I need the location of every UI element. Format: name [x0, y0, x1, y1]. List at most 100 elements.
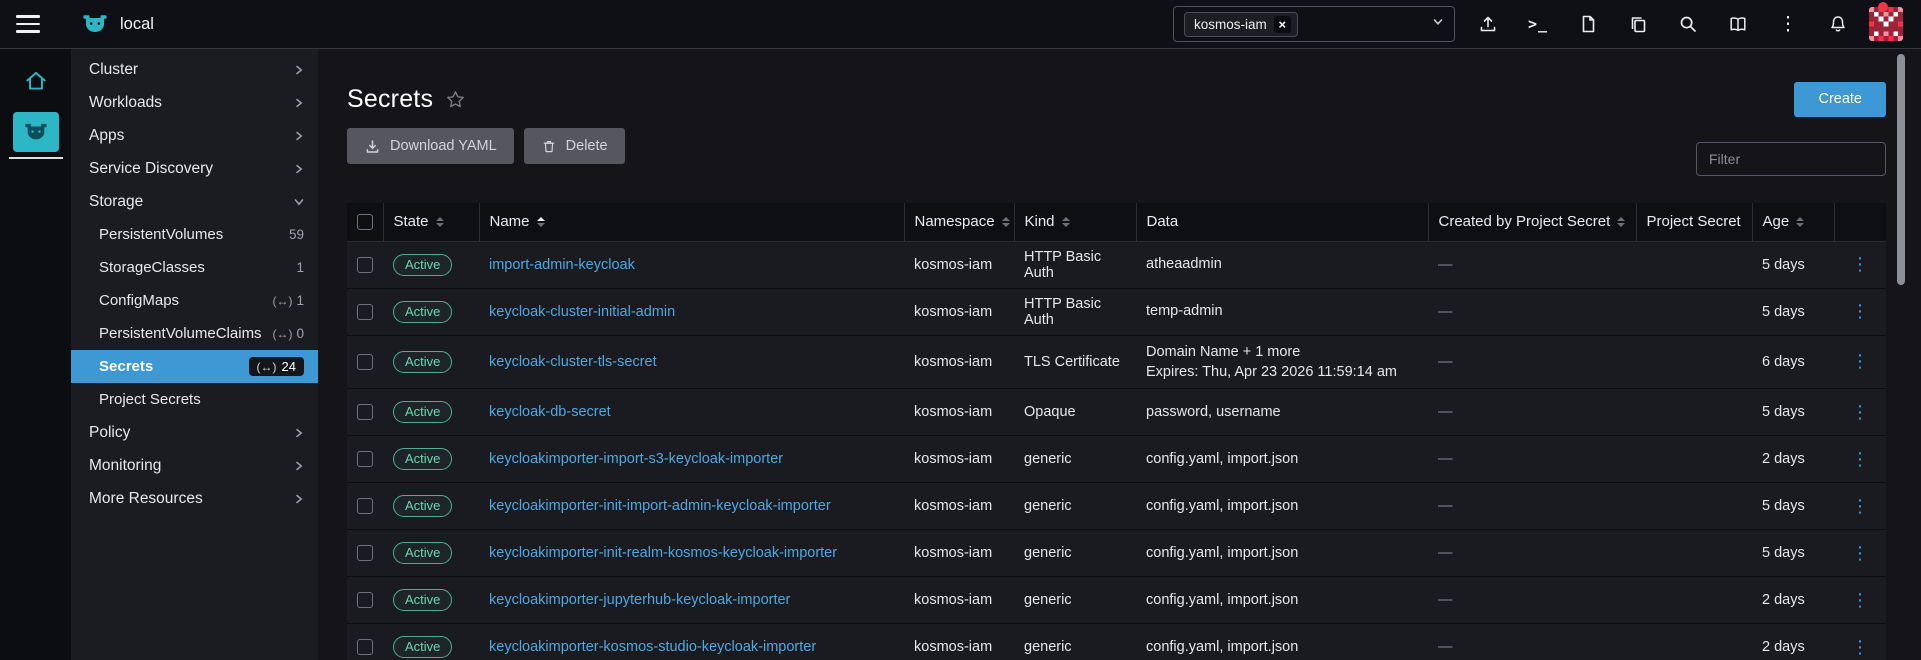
project-secret-cell [1636, 483, 1752, 530]
search-icon[interactable] [1673, 9, 1703, 39]
secret-name-link[interactable]: keycloakimporter-jupyterhub-keycloak-imp… [489, 592, 790, 608]
row-checkbox[interactable] [357, 498, 373, 514]
kind-cell: HTTP Basic Auth [1014, 288, 1136, 335]
nav-storageclasses[interactable]: StorageClasses 1 [71, 251, 318, 284]
col-name[interactable]: Name [479, 203, 904, 241]
row-actions-kebab[interactable]: ⋮ [1851, 450, 1869, 468]
row-checkbox[interactable] [357, 545, 373, 561]
remove-namespace-icon[interactable]: × [1274, 16, 1291, 33]
namespace-chip: kosmos-iam × [1184, 12, 1298, 37]
table-row: Active keycloak-cluster-initial-admin ko… [347, 288, 1886, 335]
row-actions-kebab[interactable]: ⋮ [1851, 352, 1869, 370]
docs-book-icon[interactable] [1723, 9, 1753, 39]
nav-cluster[interactable]: Cluster [71, 53, 318, 86]
row-checkbox[interactable] [357, 404, 373, 420]
row-actions-kebab[interactable]: ⋮ [1851, 591, 1869, 609]
select-all-checkbox[interactable] [357, 214, 373, 230]
row-checkbox[interactable] [357, 304, 373, 320]
row-checkbox[interactable] [357, 639, 373, 655]
age-cell: 5 days [1752, 288, 1834, 335]
nav-project-secrets[interactable]: Project Secrets [71, 383, 318, 416]
nav-more-resources[interactable]: More Resources [71, 482, 318, 515]
col-project-secret: Project Secret [1636, 203, 1752, 241]
col-namespace[interactable]: Namespace [904, 203, 1014, 241]
nav-service-discovery[interactable]: Service Discovery [71, 152, 318, 185]
resource-count: (↔)1 [272, 293, 304, 308]
notifications-bell-icon[interactable] [1823, 9, 1853, 39]
resource-count: (↔)24 [249, 357, 304, 376]
secret-name-link[interactable]: import-admin-keycloak [489, 257, 635, 273]
kubeconfig-file-icon[interactable] [1573, 9, 1603, 39]
create-button[interactable]: Create [1794, 82, 1886, 117]
row-checkbox[interactable] [357, 592, 373, 608]
nav-persistentvolumes[interactable]: PersistentVolumes 59 [71, 218, 318, 251]
row-actions-kebab[interactable]: ⋮ [1851, 638, 1869, 656]
kubectl-shell-icon[interactable]: >_ [1523, 9, 1553, 39]
nav-apps[interactable]: Apps [71, 119, 318, 152]
chevron-right-icon [294, 461, 304, 471]
vertical-scrollbar-thumb[interactable] [1897, 54, 1905, 285]
sort-icon [1062, 217, 1070, 228]
secret-name-link[interactable]: keycloakimporter-import-s3-keycloak-impo… [489, 451, 783, 467]
col-created-by-project-secret[interactable]: Created by Project Secret [1428, 203, 1636, 241]
row-actions-kebab[interactable]: ⋮ [1851, 497, 1869, 515]
delete-button[interactable]: Delete [524, 128, 625, 164]
created-by-cell: — [1428, 389, 1636, 436]
secret-name-link[interactable]: keycloakimporter-init-realm-kosmos-keycl… [489, 545, 837, 561]
nav-label: Service Discovery [89, 160, 213, 178]
active-cluster-icon[interactable] [13, 112, 59, 152]
col-age[interactable]: Age [1752, 203, 1834, 241]
nav-monitoring[interactable]: Monitoring [71, 449, 318, 482]
row-actions-kebab[interactable]: ⋮ [1851, 302, 1869, 320]
favorite-star-icon[interactable] [445, 89, 466, 110]
col-state[interactable]: State [383, 203, 479, 241]
row-checkbox[interactable] [357, 451, 373, 467]
page-title: Secrets [347, 85, 433, 114]
nav-secrets[interactable]: Secrets (↔)24 [71, 350, 318, 383]
namespaced-count-icon: (↔) [272, 294, 292, 308]
download-yaml-button[interactable]: Download YAML [347, 128, 514, 164]
sort-icon [1617, 217, 1625, 228]
project-secret-cell [1636, 436, 1752, 483]
resource-count: 59 [289, 227, 304, 242]
nav-workloads[interactable]: Workloads [71, 86, 318, 119]
nav-storage[interactable]: Storage [71, 185, 318, 218]
nav-label: ConfigMaps [99, 292, 179, 309]
filter-input[interactable] [1696, 142, 1886, 176]
nav-policy[interactable]: Policy [71, 416, 318, 449]
secret-name-link[interactable]: keycloak-cluster-initial-admin [489, 304, 675, 320]
namespaced-count-icon: (↔) [257, 360, 277, 374]
data-cell: config.yaml, import.json [1136, 530, 1428, 577]
row-actions-kebab[interactable]: ⋮ [1851, 403, 1869, 421]
col-row-actions [1834, 203, 1886, 241]
status-badge: Active [393, 401, 452, 423]
row-checkbox[interactable] [357, 354, 373, 370]
project-secret-cell [1636, 288, 1752, 335]
table-row: Active keycloakimporter-init-import-admi… [347, 483, 1886, 530]
nav-configmaps[interactable]: ConfigMaps (↔)1 [71, 284, 318, 317]
namespace-cell: kosmos-iam [904, 624, 1014, 660]
copy-kubeconfig-icon[interactable] [1623, 9, 1653, 39]
col-kind[interactable]: Kind [1014, 203, 1136, 241]
home-icon[interactable] [15, 62, 57, 100]
rancher-logo-icon[interactable] [82, 11, 108, 37]
row-checkbox[interactable] [357, 257, 373, 273]
secret-name-link[interactable]: keycloak-db-secret [489, 404, 611, 420]
header-kebab-icon[interactable]: ⋮ [1773, 9, 1803, 39]
chevron-down-icon [1432, 15, 1444, 33]
nav-label: Workloads [89, 94, 162, 112]
secret-name-link[interactable]: keycloakimporter-init-import-admin-keycl… [489, 498, 831, 514]
age-cell: 6 days [1752, 335, 1834, 389]
resource-count: 1 [296, 260, 304, 275]
row-actions-kebab[interactable]: ⋮ [1851, 255, 1869, 273]
kind-cell: HTTP Basic Auth [1014, 241, 1136, 288]
nav-persistentvolumeclaims[interactable]: PersistentVolumeClaims (↔)0 [71, 317, 318, 350]
namespace-filter-dropdown[interactable]: kosmos-iam × [1173, 6, 1455, 42]
import-yaml-icon[interactable] [1473, 9, 1503, 39]
secret-name-link[interactable]: keycloakimporter-kosmos-studio-keycloak-… [489, 639, 816, 655]
secret-name-link[interactable]: keycloak-cluster-tls-secret [489, 354, 657, 370]
row-actions-kebab[interactable]: ⋮ [1851, 544, 1869, 562]
namespace-cell: kosmos-iam [904, 436, 1014, 483]
main-menu-button[interactable] [16, 15, 40, 33]
user-avatar[interactable] [1869, 7, 1903, 41]
